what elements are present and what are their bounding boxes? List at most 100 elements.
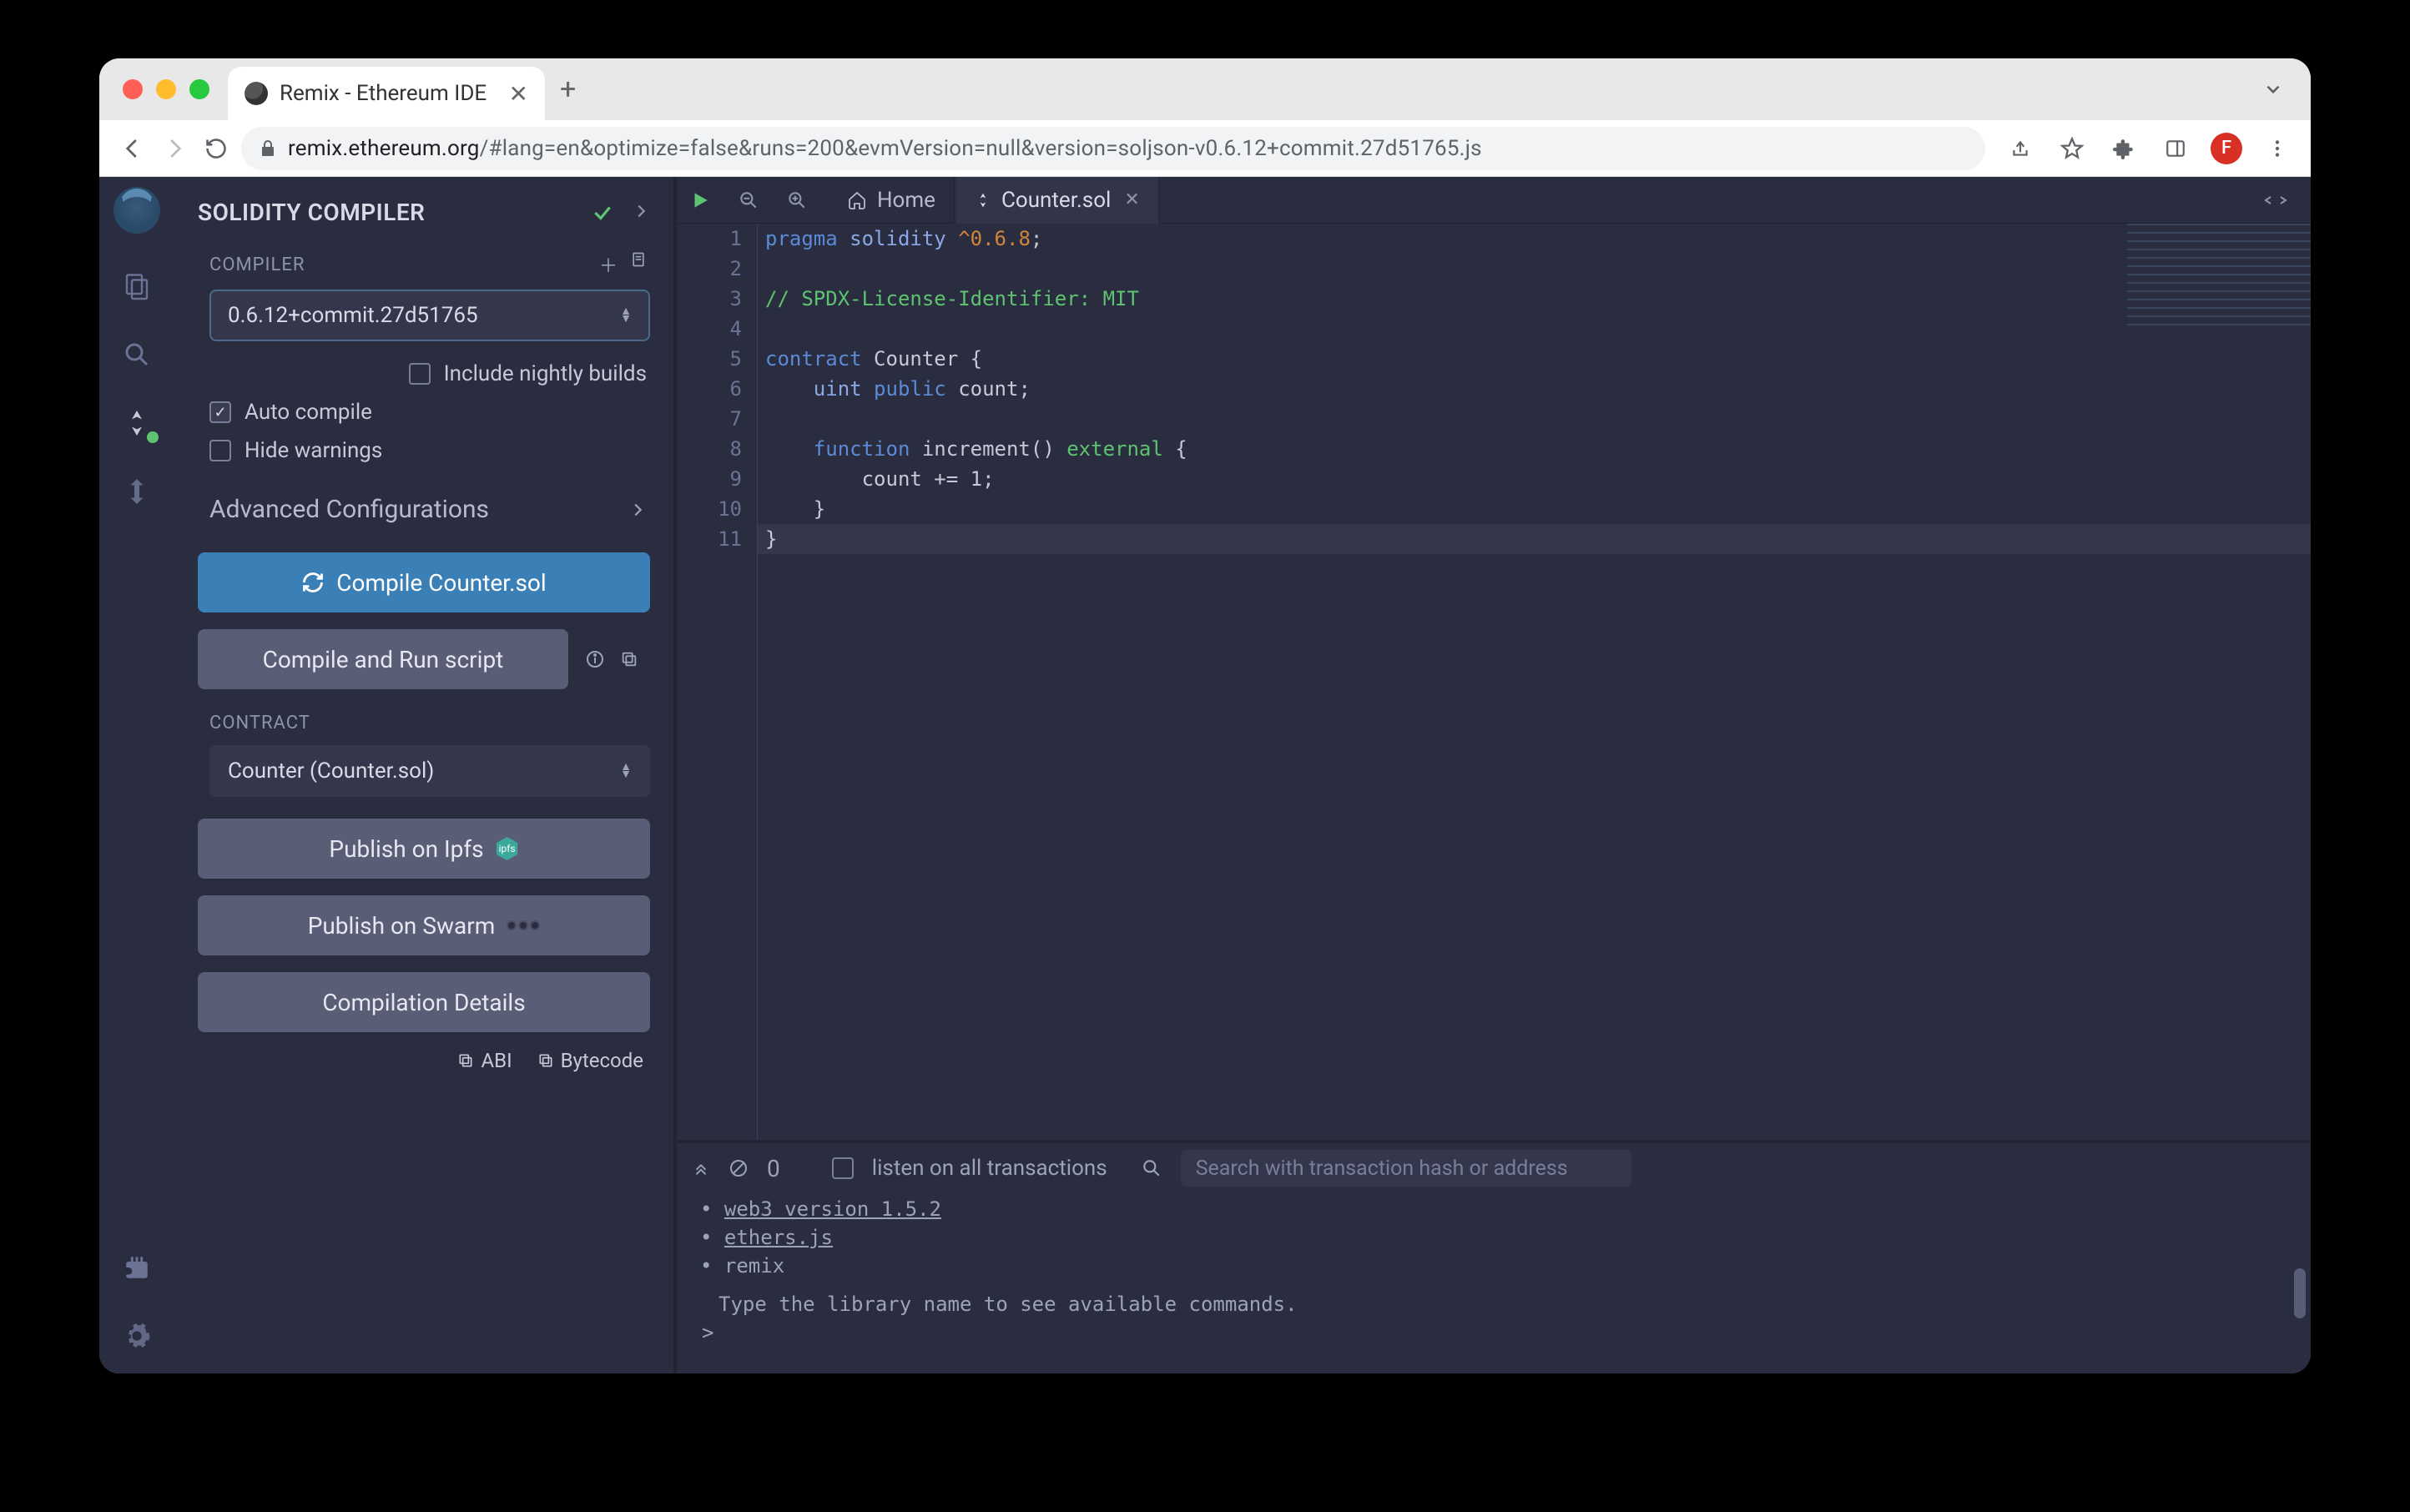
- minimap[interactable]: [2127, 224, 2311, 332]
- tab-home-label: Home: [877, 188, 935, 213]
- browser-tab[interactable]: Remix - Ethereum IDE ✕: [228, 67, 545, 120]
- terminal-line: remix: [724, 1254, 784, 1278]
- code-editor[interactable]: 1234567891011 pragma solidity ^0.6.8; //…: [677, 224, 2311, 1140]
- browser-tab-strip: Remix - Ethereum IDE ✕ +: [99, 58, 2311, 120]
- compile-run-button[interactable]: Compile and Run script: [198, 629, 568, 689]
- swarm-icon: [507, 920, 540, 930]
- activity-bar: [99, 177, 174, 1373]
- hide-warnings-row[interactable]: Hide warnings: [174, 431, 673, 470]
- close-tab-icon[interactable]: ✕: [1124, 189, 1139, 210]
- tab-counter-sol[interactable]: Counter.sol ✕: [956, 177, 1159, 224]
- bookmark-icon[interactable]: [2055, 132, 2089, 165]
- zoom-out-icon[interactable]: [725, 177, 772, 224]
- remix-logo-icon[interactable]: [113, 187, 160, 234]
- copy-links: ABI Bytecode: [174, 1041, 673, 1072]
- page-icon[interactable]: [630, 251, 647, 278]
- compile-run-row: Compile and Run script: [198, 629, 650, 689]
- auto-compile-row[interactable]: ✓ Auto compile: [174, 393, 673, 431]
- tab-home[interactable]: Home: [829, 177, 955, 224]
- browser-menu-icon[interactable]: [2261, 132, 2294, 165]
- compiler-version-select[interactable]: 0.6.12+commit.27d51765 ▲▼: [209, 290, 650, 341]
- new-tab-button[interactable]: +: [560, 73, 576, 106]
- line-gutter: 1234567891011: [677, 224, 757, 1140]
- reload-button[interactable]: [199, 132, 233, 165]
- editor-area: Home Counter.sol ✕ 1234567891011 pragma …: [677, 177, 2311, 1373]
- search-icon[interactable]: [1141, 1157, 1162, 1179]
- hide-warnings-label: Hide warnings: [245, 438, 382, 463]
- panel-title: SOLIDITY COMPILER: [198, 199, 425, 226]
- forward-button[interactable]: [158, 132, 191, 165]
- refresh-icon: [301, 571, 325, 594]
- panel-header: SOLIDITY COMPILER: [174, 189, 673, 244]
- minimize-window-button[interactable]: [156, 79, 176, 99]
- compiler-section-label: COMPILER ＋: [174, 244, 673, 285]
- nightly-builds-row[interactable]: Include nightly builds: [174, 355, 673, 393]
- nightly-checkbox[interactable]: [409, 363, 431, 385]
- terminal-search-input[interactable]: Search with transaction hash or address: [1181, 1150, 1631, 1187]
- publish-ipfs-button[interactable]: Publish on Ipfs ipfs: [198, 819, 650, 879]
- copy-bytecode-link[interactable]: Bytecode: [537, 1049, 643, 1072]
- compilation-details-label: Compilation Details: [322, 989, 525, 1016]
- hide-warnings-checkbox[interactable]: [209, 440, 231, 461]
- collapse-icon[interactable]: [692, 1159, 710, 1177]
- code-body[interactable]: pragma solidity ^0.6.8; // SPDX-License-…: [757, 224, 2311, 1140]
- sidepanel-icon[interactable]: [2159, 132, 2192, 165]
- zoom-in-icon[interactable]: [774, 177, 820, 224]
- compile-button-label: Compile Counter.sol: [336, 569, 546, 597]
- deploy-icon[interactable]: [116, 471, 158, 512]
- terminal-panel: 0 listen on all transactions Search with…: [677, 1140, 2311, 1373]
- listen-checkbox[interactable]: [832, 1157, 854, 1179]
- publish-swarm-label: Publish on Swarm: [308, 912, 496, 940]
- contract-value: Counter (Counter.sol): [228, 759, 434, 784]
- compiler-icon[interactable]: [116, 402, 158, 444]
- close-window-button[interactable]: [123, 79, 143, 99]
- chevron-right-icon[interactable]: [632, 202, 650, 224]
- solidity-file-icon: [975, 192, 991, 209]
- search-icon[interactable]: [116, 334, 158, 375]
- expand-icon[interactable]: [2252, 177, 2299, 224]
- contract-section-label: CONTRACT: [174, 698, 673, 740]
- compiler-label-text: COMPILER: [209, 255, 305, 275]
- address-bar[interactable]: remix.ethereum.org/#lang=en&optimize=fal…: [241, 127, 1985, 170]
- select-caret-icon: ▲▼: [620, 764, 632, 779]
- terminal-prompt[interactable]: >: [702, 1318, 2311, 1347]
- settings-icon[interactable]: [116, 1315, 158, 1357]
- advanced-config-toggle[interactable]: Advanced Configurations: [174, 470, 673, 544]
- auto-compile-checkbox[interactable]: ✓: [209, 401, 231, 423]
- compilation-details-button[interactable]: Compilation Details: [198, 972, 650, 1032]
- search-placeholder: Search with transaction hash or address: [1196, 1157, 1568, 1181]
- share-icon[interactable]: [2004, 132, 2037, 165]
- tabs-overflow-icon[interactable]: [2262, 78, 2284, 100]
- plugin-icon[interactable]: [116, 1247, 158, 1288]
- contract-select[interactable]: Counter (Counter.sol) ▲▼: [209, 745, 650, 797]
- copy-icon[interactable]: [620, 650, 638, 668]
- advanced-label: Advanced Configurations: [209, 495, 489, 524]
- chevron-right-icon: [628, 501, 647, 519]
- add-compiler-icon[interactable]: ＋: [599, 251, 618, 278]
- lock-icon: [258, 139, 278, 159]
- publish-swarm-button[interactable]: Publish on Swarm: [198, 895, 650, 955]
- publish-ipfs-label: Publish on Ipfs: [329, 835, 483, 863]
- back-button[interactable]: [116, 132, 149, 165]
- auto-compile-label: Auto compile: [245, 400, 372, 425]
- editor-tabbar: Home Counter.sol ✕: [677, 177, 2311, 224]
- copy-abi-link[interactable]: ABI: [457, 1049, 512, 1072]
- url-text: remix.ethereum.org/#lang=en&optimize=fal…: [288, 136, 1482, 161]
- run-icon[interactable]: [677, 177, 724, 224]
- file-explorer-icon[interactable]: [116, 265, 158, 307]
- clear-icon[interactable]: [729, 1158, 749, 1178]
- close-tab-icon[interactable]: ✕: [509, 80, 528, 108]
- listen-label: listen on all transactions: [872, 1156, 1107, 1181]
- ide-root: SOLIDITY COMPILER COMPILER ＋ 0.6.12+comm…: [99, 177, 2311, 1373]
- maximize-window-button[interactable]: [189, 79, 209, 99]
- terminal-scrollbar[interactable]: [2294, 1268, 2306, 1318]
- tab-file-label: Counter.sol: [1001, 188, 1111, 213]
- browser-nav-bar: remix.ethereum.org/#lang=en&optimize=fal…: [99, 120, 2311, 177]
- compiler-version-value: 0.6.12+commit.27d51765: [228, 303, 478, 328]
- profile-avatar[interactable]: F: [2211, 133, 2242, 164]
- compile-button[interactable]: Compile Counter.sol: [198, 552, 650, 612]
- contract-label-text: CONTRACT: [209, 713, 310, 733]
- info-icon[interactable]: [585, 649, 605, 669]
- extensions-icon[interactable]: [2107, 132, 2140, 165]
- terminal-output[interactable]: web3 version 1.5.2 ethers.js remix Type …: [677, 1193, 2311, 1373]
